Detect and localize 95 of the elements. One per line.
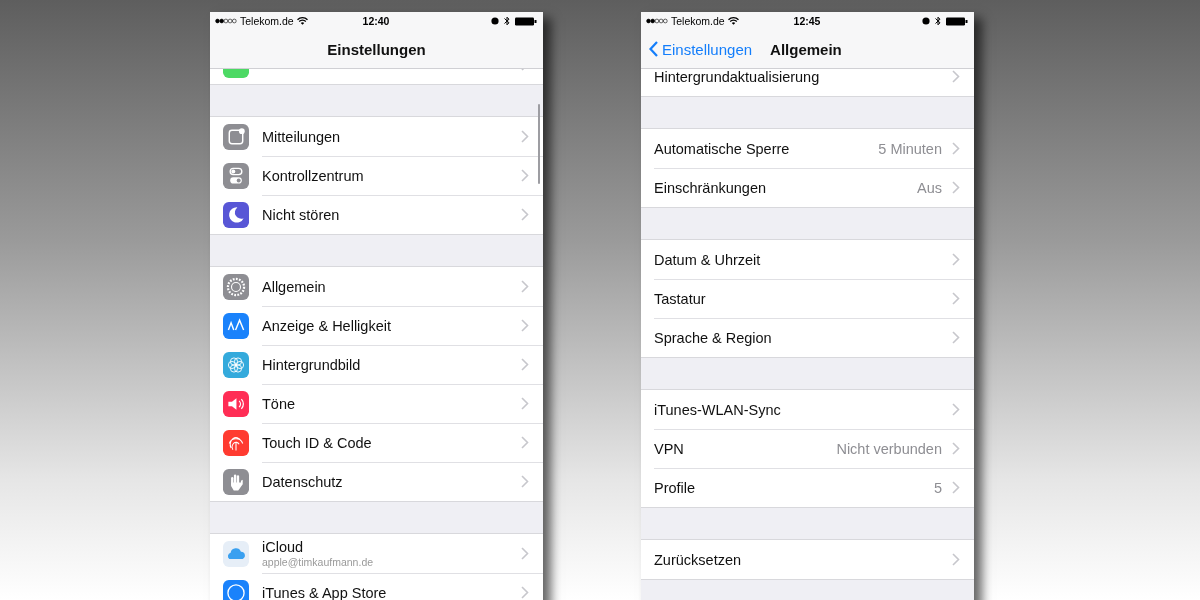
chevron-icon [521,319,529,332]
settings-row[interactable]: Datenschutz [210,462,543,501]
row-label: Touch ID & Code [262,434,373,451]
bluetooth-icon [935,16,941,26]
row-label: Sprache & Region [654,329,773,346]
row-value: Aus [917,179,942,196]
row-label: iTunes & App Store [262,584,388,600]
row-label: Profile [654,479,697,496]
chevron-icon [952,331,960,344]
fingerprint-icon [223,429,249,456]
row-label: Kontrollzentrum [262,167,365,184]
settings-row[interactable]: Zurücksetzen [641,540,974,579]
chevron-icon [521,397,529,410]
chevron-left-icon [649,41,658,57]
clock-time: 12:45 [793,15,821,27]
row-label: Töne [262,395,297,412]
chevron-icon [952,442,960,455]
chevron-icon [521,358,529,371]
row-value: 5 Minuten [878,140,942,157]
chevron-icon [952,553,960,566]
battery-icon [946,16,968,26]
settings-icon [223,273,249,300]
chevron-icon [952,292,960,305]
settings-row[interactable]: iTunes & App Store [210,573,543,600]
battery-icon [515,16,537,26]
settings-row[interactable]: Datum & Uhrzeit [641,240,974,279]
row-label: Automatische Sperre [654,140,791,157]
row-label: Anzeige & Helligkeit [262,317,392,334]
chevron-icon [952,181,960,194]
chevron-icon [952,403,960,416]
wifi-icon [296,17,308,25]
row-label: Mitteilungen [262,128,342,145]
row-label: iCloud [262,539,305,555]
chevron-icon [521,475,529,488]
chevron-icon [952,481,960,494]
back-button[interactable]: Einstellungen [649,40,753,58]
settings-row[interactable]: iTunes-WLAN-Sync [641,390,974,429]
wifi-icon [727,17,739,25]
carrier-name: Telekom.de [671,15,725,27]
row-label: Datenschutz [262,473,344,490]
row-label: Allgemein [262,278,327,295]
notifications-icon [223,123,249,150]
settings-row[interactable]: Hintergrundaktualisierung [641,69,974,96]
settings-row[interactable]: Einschränkungen Aus [641,168,974,207]
settings-row[interactable]: Hintergrundbild [210,345,543,384]
bluetooth-icon [504,16,510,26]
settings-row[interactable]: Töne [210,384,543,423]
chevron-icon [521,436,529,449]
screen-title: Einstellungen [327,40,426,58]
settings-row[interactable]: Allgemein [210,267,543,306]
row-label: VPN [654,440,685,457]
signal-icon [215,18,237,24]
settings-row[interactable]: Profile 5 [641,468,974,507]
screen-title: Allgemein [770,40,842,58]
row-label: Hintergrundbild [262,356,362,373]
row-subtitle: apple@timkaufmann.de [262,556,375,568]
row-label: iTunes-WLAN-Sync [654,401,782,418]
flower-icon [223,351,249,378]
row-label: Tastatur [654,290,707,307]
settings-row[interactable]: Automatische Sperre 5 Minuten [641,129,974,168]
settings-row[interactable]: Nicht stören [210,195,543,234]
settings-row[interactable]: Mitteilungen [210,117,543,156]
speaker-icon [223,390,249,417]
row-label: Datum & Uhrzeit [654,251,762,268]
chevron-icon [521,169,529,182]
chevron-icon [521,547,529,560]
row-label: Hintergrundaktualisierung [654,69,821,85]
chevron-icon [521,208,529,221]
cloud-icon [223,540,249,567]
text-size-icon [223,312,249,339]
alarm-icon [922,17,930,25]
settings-row[interactable]: Tastatur [641,279,974,318]
chevron-icon [521,280,529,293]
settings-row[interactable]: Anzeige & Helligkeit [210,306,543,345]
chevron-icon [521,130,529,143]
settings-row[interactable]: VPN Nicht verbunden [641,429,974,468]
row-value: Nicht verbunden [836,440,942,457]
chevron-icon [521,586,529,599]
toggles-icon [223,162,249,189]
carrier-name: Telekom.de [240,15,294,27]
row-label: Nicht stören [262,206,341,223]
chevron-icon [952,142,960,155]
row-label: Einschränkungen [654,179,768,196]
chevron-icon [952,253,960,266]
row-value: 5 [933,479,942,496]
signal-icon [646,18,668,24]
alarm-icon [491,17,499,25]
clock-time: 12:40 [362,15,390,27]
settings-row[interactable]: Sprache & Region [641,318,974,357]
moon-icon [223,201,249,228]
settings-row[interactable]: Kontrollzentrum [210,156,543,195]
settings-row[interactable]: iCloud apple@timkaufmann.de [210,534,543,573]
row-label: Zurücksetzen [654,551,743,568]
hand-icon [223,468,249,495]
settings-row[interactable]: Touch ID & Code [210,423,543,462]
